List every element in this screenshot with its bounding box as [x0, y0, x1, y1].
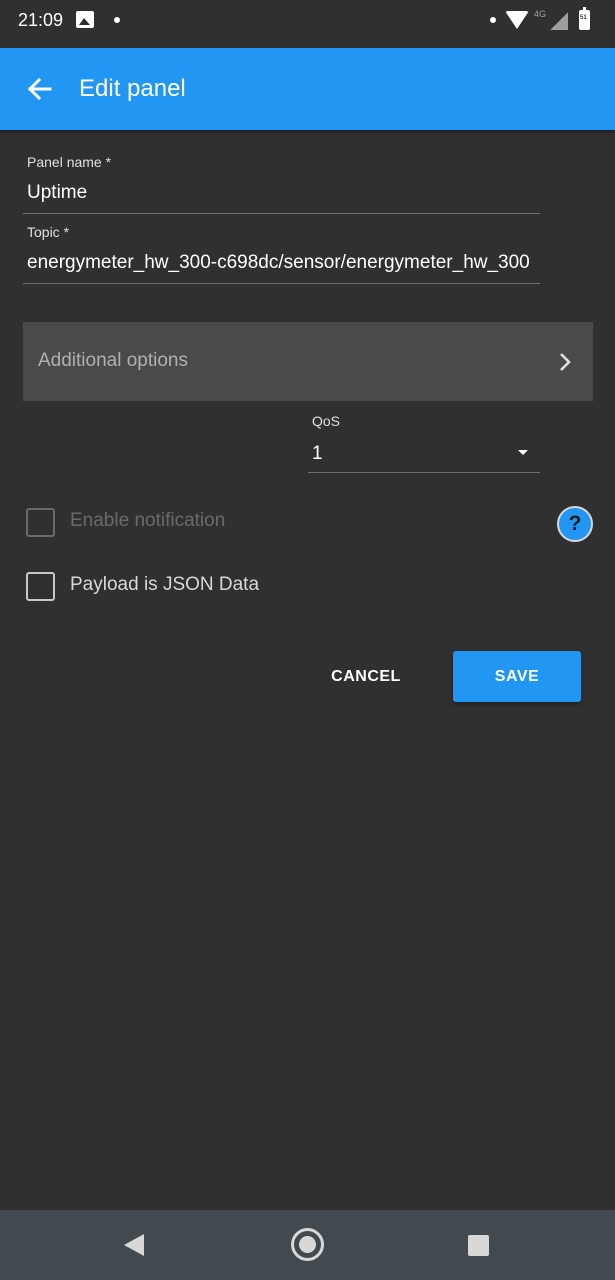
- chevron-right-icon: [560, 353, 571, 371]
- status-bar: 21:09 4G 51: [0, 0, 615, 48]
- nav-recents-icon[interactable]: [468, 1235, 489, 1256]
- wifi-icon: [505, 11, 529, 29]
- additional-options-panel[interactable]: Additional options: [23, 322, 593, 401]
- dropdown-arrow-icon: [518, 450, 528, 455]
- nav-home-icon[interactable]: [291, 1228, 324, 1261]
- help-icon[interactable]: ?: [557, 506, 593, 542]
- panel-name-input[interactable]: Uptime: [27, 182, 538, 204]
- payload-json-checkbox[interactable]: [26, 572, 55, 601]
- notification-dot-icon: [114, 17, 120, 23]
- topic-field[interactable]: Topic * energymeter_hw_300-c698dc/sensor…: [23, 224, 540, 285]
- signal-icon: [550, 12, 568, 30]
- field-underline: [308, 472, 540, 473]
- back-button[interactable]: [16, 68, 64, 110]
- field-underline: [23, 283, 540, 284]
- battery-level: 51: [580, 15, 587, 21]
- notification-dot-icon: [490, 17, 496, 23]
- nav-back-icon[interactable]: [124, 1234, 144, 1256]
- save-button[interactable]: SAVE: [453, 651, 581, 702]
- help-icon-glyph: ?: [568, 512, 582, 535]
- panel-name-field[interactable]: Panel name * Uptime: [23, 154, 540, 215]
- status-time: 21:09: [18, 10, 64, 30]
- qos-select[interactable]: 1: [308, 432, 540, 473]
- page-title: Edit panel: [79, 75, 186, 102]
- field-underline: [23, 213, 540, 214]
- image-notification-icon: [76, 11, 94, 28]
- additional-options-label: Additional options: [38, 350, 188, 371]
- battery-icon: 51: [579, 7, 590, 30]
- enable-notification-label: Enable notification: [70, 510, 226, 531]
- cancel-button[interactable]: CANCEL: [310, 651, 422, 702]
- system-nav-bar: [0, 1210, 615, 1280]
- enable-notification-checkbox[interactable]: [26, 508, 55, 537]
- arrow-back-icon: [27, 77, 52, 101]
- app-bar: Edit panel: [0, 48, 615, 130]
- payload-json-label: Payload is JSON Data: [70, 574, 260, 595]
- panel-name-label: Panel name *: [27, 154, 112, 170]
- network-type: 4G: [534, 9, 547, 19]
- topic-input[interactable]: energymeter_hw_300-c698dc/sensor/energym…: [27, 252, 538, 274]
- qos-value: 1: [312, 443, 323, 464]
- topic-label: Topic *: [27, 224, 70, 240]
- qos-label: QoS: [312, 413, 341, 429]
